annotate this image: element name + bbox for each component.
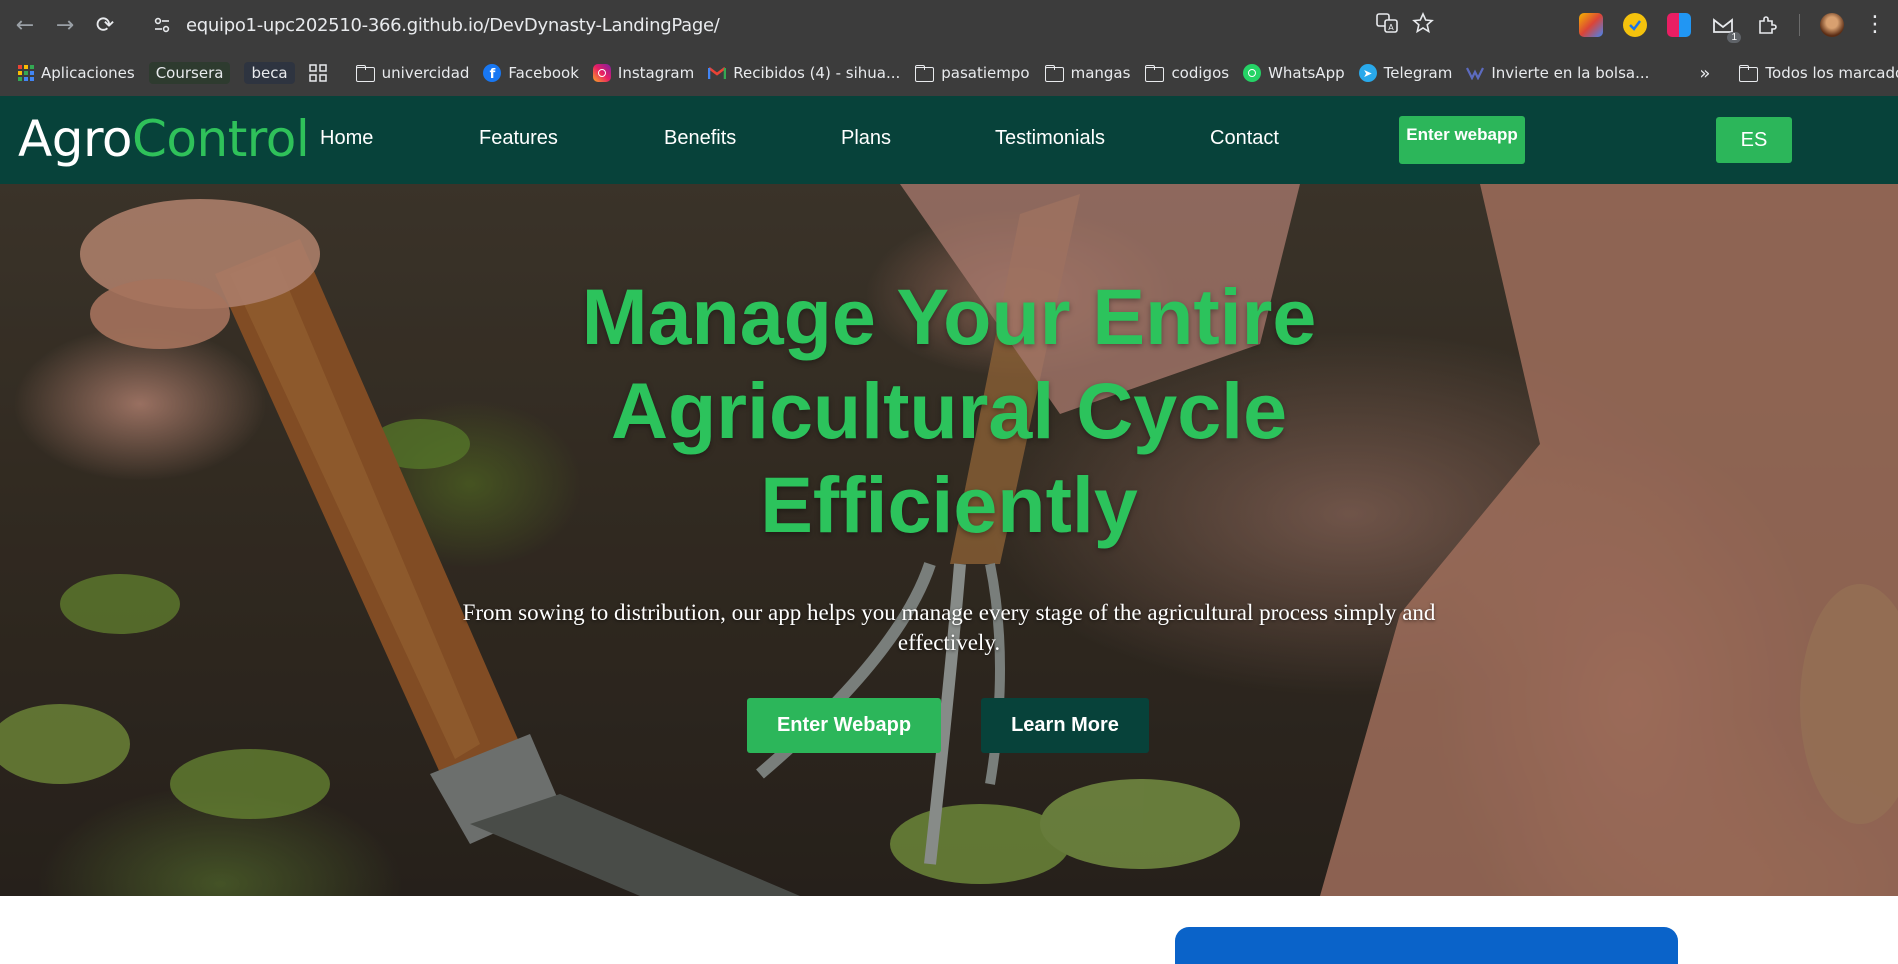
apps-grid-icon <box>18 65 34 81</box>
hero-section: Manage Your Entire Agricultural Cycle Ef… <box>0 184 1898 896</box>
browser-toolbar: ← → ⟳ equipo1-upc202510-366.github.io/De… <box>0 0 1898 50</box>
enter-webapp-header-button[interactable]: Enter webapp <box>1399 116 1525 164</box>
whatsapp-icon <box>1243 64 1262 82</box>
telegram-icon: ➤ <box>1358 64 1377 82</box>
nav-home[interactable]: Home <box>320 127 373 150</box>
extension-badge: 1 <box>1727 32 1741 43</box>
bookmark-telegram[interactable]: ➤ Telegram <box>1358 64 1452 82</box>
logo-control-text: Control <box>132 110 310 168</box>
bookmark-beca[interactable]: beca <box>244 62 295 84</box>
site-logo[interactable]: AgroControl <box>18 110 310 168</box>
site-header: AgroControl Home Features Benefits Plans… <box>0 96 1898 184</box>
learn-more-button[interactable]: Learn More <box>981 698 1149 753</box>
nav-contact[interactable]: Contact <box>1210 127 1279 150</box>
nav-testimonials[interactable]: Testimonials <box>995 127 1105 150</box>
facebook-icon: f <box>483 64 502 82</box>
bookmark-codigos[interactable]: codigos <box>1144 64 1229 82</box>
grid-extension-icon[interactable] <box>1667 13 1691 37</box>
bookmark-facebook[interactable]: f Facebook <box>483 64 579 82</box>
back-icon[interactable]: ← <box>5 5 45 45</box>
more-bookmarks-chevron-icon[interactable]: » <box>1699 63 1710 84</box>
folder-icon <box>1738 65 1759 82</box>
checkmark-extension-icon[interactable] <box>1623 13 1647 37</box>
site-info-icon[interactable] <box>144 7 180 43</box>
bookmarks-bar: Aplicaciones Coursera beca univercidad f… <box>0 50 1898 96</box>
bookmark-coursera[interactable]: Coursera <box>148 62 231 84</box>
logo-agro-text: Agro <box>18 110 133 168</box>
folder-icon <box>1044 65 1064 82</box>
bookmark-whatsapp[interactable]: WhatsApp <box>1243 64 1345 82</box>
bookmark-mangas[interactable]: mangas <box>1044 64 1130 82</box>
toolbar-divider <box>1799 14 1800 36</box>
colorful-extension-icon[interactable] <box>1579 13 1603 37</box>
hero-subtitle: From sowing to distribution, our app hel… <box>462 600 1436 655</box>
bookmark-univercidad[interactable]: univercidad <box>355 64 469 82</box>
bookmark-star-icon[interactable] <box>1412 11 1434 39</box>
invest-icon <box>1466 67 1485 80</box>
reload-icon[interactable]: ⟳ <box>85 5 125 45</box>
svg-text:A: A <box>1388 23 1394 32</box>
profile-avatar[interactable] <box>1820 13 1844 37</box>
tab-groups-icon[interactable] <box>308 64 327 82</box>
enter-webapp-hero-button[interactable]: Enter Webapp <box>747 698 941 753</box>
features-section-peek <box>0 896 1898 964</box>
extensions-puzzle-icon[interactable] <box>1755 13 1779 37</box>
language-toggle-button[interactable]: ES <box>1716 117 1792 163</box>
extensions-tray: 1 ⋮ <box>1579 5 1898 45</box>
bookmark-gmail[interactable]: Recibidos (4) - sihua... <box>708 64 900 82</box>
address-bar[interactable]: equipo1-upc202510-366.github.io/DevDynas… <box>144 6 1444 44</box>
bookmark-invierte[interactable]: Invierte en la bolsa... <box>1466 64 1649 82</box>
bookmark-pasatiempo[interactable]: pasatiempo <box>914 64 1030 82</box>
translate-icon[interactable]: A <box>1376 12 1398 39</box>
nav-benefits[interactable]: Benefits <box>664 127 736 150</box>
folder-icon <box>355 65 375 82</box>
folder-icon <box>1144 65 1165 82</box>
feature-card-blue <box>1175 927 1678 964</box>
gmail-extension-icon[interactable]: 1 <box>1711 13 1741 43</box>
instagram-icon <box>592 64 611 82</box>
folder-icon <box>914 65 935 82</box>
hero-title: Manage Your Entire Agricultural Cycle Ef… <box>581 272 1317 549</box>
bookmark-aplicaciones[interactable]: Aplicaciones <box>18 64 135 82</box>
all-bookmarks-folder[interactable]: Todos los marcadores <box>1738 64 1898 82</box>
bookmark-instagram[interactable]: Instagram <box>592 64 694 82</box>
nav-features[interactable]: Features <box>479 127 558 150</box>
gmail-icon <box>708 67 727 79</box>
forward-icon[interactable]: → <box>45 5 85 45</box>
menu-kebab-icon[interactable]: ⋮ <box>1864 14 1886 36</box>
nav-plans[interactable]: Plans <box>841 127 891 150</box>
url-text[interactable]: equipo1-upc202510-366.github.io/DevDynas… <box>186 15 720 36</box>
